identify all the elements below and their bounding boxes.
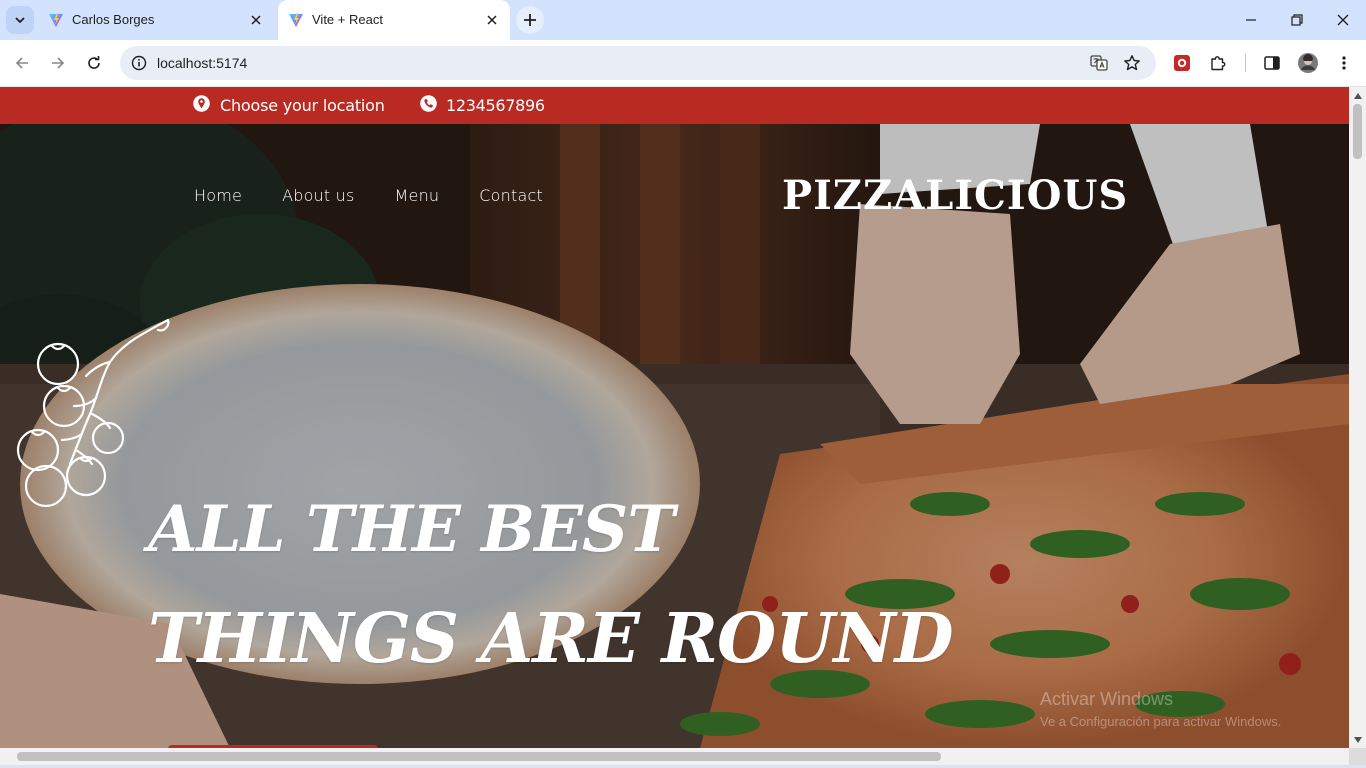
kebab-menu-icon[interactable] [1333, 52, 1355, 74]
hero-headline-line-2: THINGS ARE ROUND [148, 599, 954, 679]
chevron-down-icon [15, 17, 25, 24]
horizontal-scrollbar[interactable] [0, 748, 1349, 765]
close-icon [1337, 14, 1349, 26]
translate-icon[interactable] [1088, 52, 1110, 74]
browser-toolbar: localhost:5174 [0, 40, 1366, 87]
site-info-icon[interactable] [128, 52, 150, 74]
tab-search-button[interactable] [6, 6, 34, 34]
vite-logo-icon [289, 13, 303, 27]
hero-section: Home About us Menu Contact PIZZALICIOUS [0, 124, 1349, 748]
tab-title: Carlos Borges [72, 12, 155, 27]
horizontal-scroll-thumb[interactable] [17, 752, 941, 761]
location-pin-icon [193, 95, 210, 112]
browser-tabstrip: Carlos Borges Vite + React [0, 0, 1366, 40]
nav-home-link[interactable]: Home [194, 186, 242, 205]
hero-headline-line-1: ALL THE BEST [148, 492, 675, 567]
extension-icon[interactable] [1171, 52, 1193, 74]
windows-activation-subtext: Ve a Configuración para activar Windows. [1040, 714, 1282, 729]
plus-icon [524, 14, 536, 26]
scroll-up-arrow-icon[interactable] [1353, 91, 1362, 100]
main-nav: Home About us Menu Contact [194, 186, 583, 205]
back-button[interactable] [8, 49, 36, 77]
tab-title: Vite + React [312, 12, 383, 27]
forward-button[interactable] [44, 49, 72, 77]
restore-button[interactable] [1274, 0, 1320, 40]
vite-logo-icon [49, 13, 63, 27]
phone-number[interactable]: 1234567896 [446, 96, 545, 115]
vertical-scroll-thumb[interactable] [1353, 104, 1362, 159]
address-bar[interactable]: localhost:5174 [120, 46, 1156, 80]
arrow-left-icon [15, 57, 28, 69]
nav-about-link[interactable]: About us [282, 186, 354, 205]
page-viewport: Choose your location 1234567896 Home Abo… [0, 87, 1349, 748]
minimize-button[interactable] [1228, 0, 1274, 40]
nav-contact-link[interactable]: Contact [479, 186, 543, 205]
scroll-down-arrow-icon[interactable] [1353, 735, 1362, 744]
close-icon[interactable] [248, 12, 264, 28]
avatar[interactable] [1297, 52, 1319, 74]
toolbar-divider [1245, 54, 1246, 72]
arrow-right-icon [52, 57, 65, 69]
side-panel-icon[interactable] [1261, 52, 1283, 74]
choose-location-link[interactable]: Choose your location [220, 96, 385, 115]
tab-carlos-borges[interactable]: Carlos Borges [38, 0, 274, 40]
vertical-scrollbar[interactable] [1349, 87, 1366, 748]
tab-vite-react[interactable]: Vite + React [278, 0, 510, 40]
brand-logo[interactable]: PIZZALICIOUS [782, 172, 1128, 219]
close-icon[interactable] [484, 12, 500, 28]
url-text[interactable]: localhost:5174 [157, 55, 247, 71]
contact-topbar: Choose your location 1234567896 [0, 87, 1349, 124]
new-tab-button[interactable] [516, 6, 544, 34]
reload-button[interactable] [80, 49, 108, 77]
windows-activation-watermark: Activar Windows [1040, 689, 1174, 709]
scrollbar-corner [1349, 748, 1366, 765]
star-icon[interactable] [1121, 52, 1143, 74]
nav-menu-link[interactable]: Menu [395, 186, 440, 205]
reload-icon [88, 56, 100, 69]
tomato-vine-icon [16, 318, 170, 508]
restore-icon [1291, 14, 1303, 26]
close-window-button[interactable] [1320, 0, 1366, 40]
puzzle-icon[interactable] [1207, 52, 1229, 74]
phone-icon [420, 95, 437, 112]
minimize-icon [1246, 19, 1256, 21]
